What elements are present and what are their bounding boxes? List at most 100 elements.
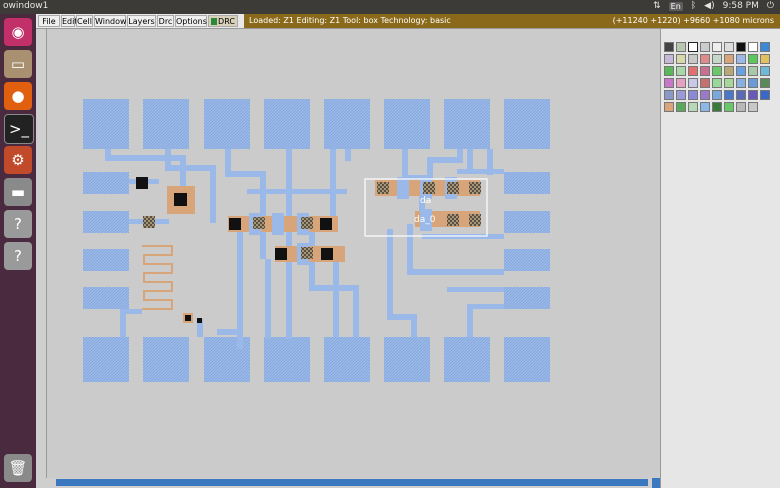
scroll-corner (652, 478, 660, 488)
layer-swatch[interactable] (736, 54, 746, 64)
layer-swatch[interactable] (676, 54, 686, 64)
status-bar: Loaded: Z1 Editing: Z1 Tool: box Technol… (244, 14, 780, 28)
keyboard-layout-indicator[interactable]: En (668, 1, 683, 11)
menu-cell[interactable]: Cell (76, 15, 93, 27)
magic-layout-window: File Edit Cell Window Layers Drc Options… (36, 14, 780, 488)
menu-file[interactable]: File (38, 15, 60, 27)
layer-swatch[interactable] (664, 102, 674, 112)
layer-swatch[interactable] (760, 66, 770, 76)
layer-swatch[interactable] (736, 66, 746, 76)
pad-row-bottom (83, 337, 550, 382)
layer-swatch[interactable] (700, 90, 710, 100)
status-text: Loaded: Z1 Editing: Z1 Tool: box Technol… (249, 16, 451, 25)
layer-swatch[interactable] (664, 78, 674, 88)
layer-swatch[interactable] (664, 90, 674, 100)
layer-swatch[interactable] (712, 66, 722, 76)
horizontal-scrollbar[interactable] (46, 478, 660, 488)
layer-swatch[interactable] (676, 66, 686, 76)
layer-swatch[interactable] (724, 90, 734, 100)
layer-swatch[interactable] (736, 42, 746, 52)
layer-swatch[interactable] (688, 54, 698, 64)
menu-window[interactable]: Window (94, 15, 127, 27)
layer-swatch[interactable] (724, 78, 734, 88)
layer-swatch[interactable] (748, 54, 758, 64)
bluetooth-icon[interactable]: ᛒ (691, 1, 696, 11)
label-da-0[interactable]: da_0 (414, 215, 436, 225)
volume-icon[interactable]: ◀) (704, 1, 714, 11)
drc-indicator-icon (211, 18, 218, 25)
drc-button-label: DRC (218, 17, 235, 26)
help-icon[interactable]: ? (4, 210, 32, 238)
files-icon[interactable]: ▭ (4, 50, 32, 78)
layer-swatch[interactable] (760, 90, 770, 100)
layer-swatch[interactable] (688, 42, 698, 52)
help-icon[interactable]: ? (4, 242, 32, 270)
terminal-icon[interactable]: >_ (4, 114, 34, 144)
layer-swatch[interactable] (676, 42, 686, 52)
layer-swatch[interactable] (700, 102, 710, 112)
system-tray: ⇅ En ᛒ ◀) 9:58 PM ⏻ (653, 1, 774, 11)
drc-button[interactable]: DRC (208, 15, 238, 27)
layer-swatch[interactable] (724, 66, 734, 76)
layer-swatch[interactable] (748, 42, 758, 52)
layer-swatch[interactable] (688, 66, 698, 76)
layer-swatch[interactable] (676, 78, 686, 88)
menu-options[interactable]: Options (175, 15, 207, 27)
menu-layers[interactable]: Layers (127, 15, 156, 27)
layer-swatch[interactable] (712, 90, 722, 100)
layer-swatch[interactable] (736, 78, 746, 88)
label-da[interactable]: da (420, 196, 431, 206)
launcher: ◉ ▭ ● >_ ⚙ ▬ ? ? 🗑 (0, 14, 36, 488)
layer-swatch[interactable] (736, 90, 746, 100)
layer-swatch[interactable] (676, 102, 686, 112)
drive-icon[interactable]: ▬ (4, 178, 32, 206)
layer-swatch[interactable] (688, 78, 698, 88)
layer-swatch[interactable] (700, 78, 710, 88)
pad-column-left (83, 172, 129, 309)
resistor-meander (142, 245, 173, 310)
layer-swatch[interactable] (760, 54, 770, 64)
layer-swatch[interactable] (748, 78, 758, 88)
layer-swatch[interactable] (700, 66, 710, 76)
layer-swatch[interactable] (748, 102, 758, 112)
layer-swatch[interactable] (736, 102, 746, 112)
clock[interactable]: 9:58 PM (723, 1, 759, 11)
layer-swatch[interactable] (664, 66, 674, 76)
layer-swatch[interactable] (688, 102, 698, 112)
coordinate-readout: (+11240 +1220) +9660 +1080 microns (612, 16, 774, 25)
firefox-icon[interactable]: ● (4, 82, 32, 110)
layer-swatch[interactable] (700, 42, 710, 52)
menu-bar: File Edit Cell Window Layers Drc Options… (36, 14, 780, 29)
layer-swatch[interactable] (712, 42, 722, 52)
layout-canvas[interactable]: da da_0 (47, 29, 660, 478)
layer-swatch[interactable] (700, 54, 710, 64)
layer-swatch[interactable] (724, 102, 734, 112)
layer-swatch[interactable] (688, 90, 698, 100)
pad-column-right (504, 172, 550, 309)
menu-drc[interactable]: Drc (157, 15, 174, 27)
layer-swatch[interactable] (760, 78, 770, 88)
menu-edit[interactable]: Edit (61, 15, 78, 27)
layer-swatch[interactable] (712, 78, 722, 88)
vertical-scrollbar[interactable] (36, 29, 47, 488)
layer-swatch[interactable] (712, 54, 722, 64)
network-icon[interactable]: ⇅ (653, 1, 661, 11)
layer-swatch[interactable] (724, 42, 734, 52)
power-icon[interactable]: ⏻ (767, 1, 774, 11)
layer-swatch[interactable] (760, 42, 770, 52)
ubuntu-icon[interactable]: ◉ (4, 18, 32, 46)
settings-icon[interactable]: ⚙ (4, 146, 32, 174)
layer-swatch[interactable] (748, 90, 758, 100)
trash-icon[interactable]: 🗑 (4, 454, 32, 482)
layer-swatch[interactable] (664, 42, 674, 52)
layer-swatch[interactable] (712, 102, 722, 112)
horizontal-scroll-thumb[interactable] (56, 479, 648, 486)
pad-row-top (83, 99, 550, 149)
layer-palette (660, 29, 780, 488)
layout-drawing: da da_0 (83, 99, 550, 382)
window-title: owindow1 (3, 1, 49, 11)
layer-swatch[interactable] (664, 54, 674, 64)
layer-swatch[interactable] (748, 66, 758, 76)
layer-swatch[interactable] (724, 54, 734, 64)
layer-swatch[interactable] (676, 90, 686, 100)
